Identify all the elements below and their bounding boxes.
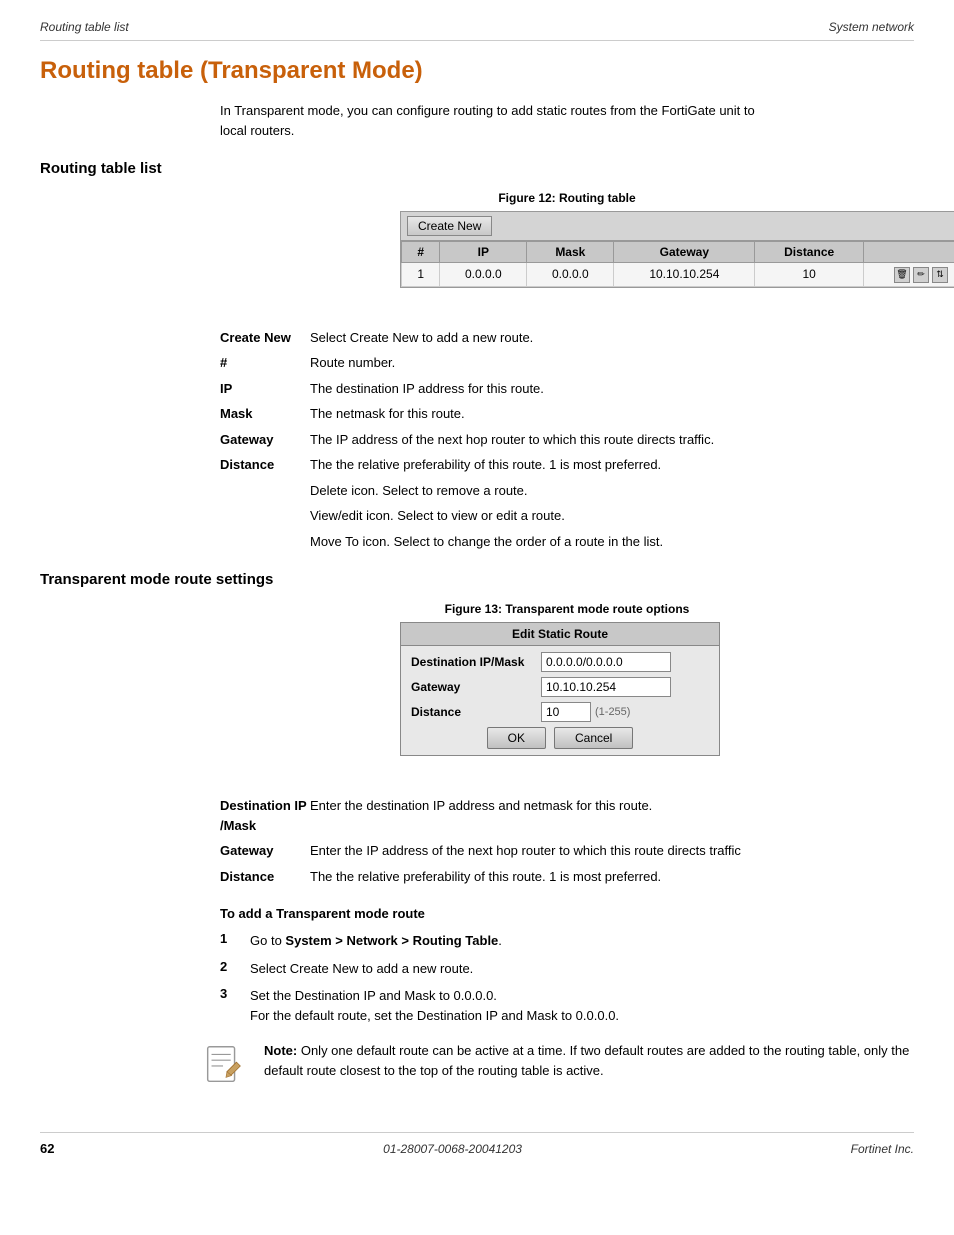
desc-def: The netmask for this route. xyxy=(310,404,914,424)
distance-label: Distance xyxy=(411,705,541,719)
ok-button[interactable]: OK xyxy=(487,727,546,749)
cell-num: 1 xyxy=(402,263,440,287)
gateway-input[interactable] xyxy=(541,677,671,697)
routing-desc-list: Create NewSelect Create New to add a new… xyxy=(220,328,914,552)
desc-term: Gateway xyxy=(220,841,310,861)
desc-row: DistanceThe the relative preferability o… xyxy=(220,867,914,887)
desc-term: # xyxy=(220,353,310,373)
desc-row: IPThe destination IP address for this ro… xyxy=(220,379,914,399)
col-mask: Mask xyxy=(527,242,614,263)
footer-page-num: 62 xyxy=(40,1141,54,1156)
list-item: 3Set the Destination IP and Mask to 0.0.… xyxy=(220,986,914,1025)
desc-row: Destination IP /MaskEnter the destinatio… xyxy=(220,796,914,835)
dest-ip-label: Destination IP/Mask xyxy=(411,655,541,669)
edit-route-title: Edit Static Route xyxy=(401,623,719,646)
step-text: Go to System > Network > Routing Table. xyxy=(250,931,914,951)
desc-term: Mask xyxy=(220,404,310,424)
desc-row: Move To icon. Select to change the order… xyxy=(220,532,914,552)
cell-distance: 10 xyxy=(755,263,864,287)
cell-mask: 0.0.0.0 xyxy=(527,263,614,287)
cell-ip: 0.0.0.0 xyxy=(440,263,527,287)
desc-def: Select Create New to add a new route. xyxy=(310,328,914,348)
desc-term: IP xyxy=(220,379,310,399)
note-content: Note: Only one default route can be acti… xyxy=(264,1041,914,1080)
list-item: 2Select Create New to add a new route. xyxy=(220,959,914,979)
desc-row: Create NewSelect Create New to add a new… xyxy=(220,328,914,348)
routing-table: # IP Mask Gateway Distance 1 0.0.0.0 0.0… xyxy=(401,241,954,287)
desc-def: Route number. xyxy=(310,353,914,373)
procedure-heading: To add a Transparent mode route xyxy=(220,906,914,921)
desc-def: Delete icon. Select to remove a route. xyxy=(310,481,914,501)
col-ip: IP xyxy=(440,242,527,263)
figure1-label: Figure 12: Routing table xyxy=(220,191,914,205)
desc-row: GatewayThe IP address of the next hop ro… xyxy=(220,430,914,450)
desc-def: The destination IP address for this rout… xyxy=(310,379,914,399)
cell-actions[interactable]: 🗑 ✏ ⇅ xyxy=(863,263,954,287)
desc-def: The the relative preferability of this r… xyxy=(310,455,914,475)
delete-icon[interactable]: 🗑 xyxy=(894,267,910,283)
desc-def: Enter the destination IP address and net… xyxy=(310,796,914,835)
cell-gateway: 10.10.10.254 xyxy=(614,263,755,287)
footer-doc-id: 01-28007-0068-20041203 xyxy=(383,1142,522,1156)
desc-row: View/edit icon. Select to view or edit a… xyxy=(220,506,914,526)
note-box: Note: Only one default route can be acti… xyxy=(200,1041,914,1092)
desc-term xyxy=(220,506,310,526)
desc-def: View/edit icon. Select to view or edit a… xyxy=(310,506,914,526)
desc-def: Move To icon. Select to change the order… xyxy=(310,532,914,552)
desc-row: GatewayEnter the IP address of the next … xyxy=(220,841,914,861)
move-icon[interactable]: ⇅ xyxy=(932,267,948,283)
col-actions xyxy=(863,242,954,263)
desc-def: The the relative preferability of this r… xyxy=(310,867,914,887)
desc-row: #Route number. xyxy=(220,353,914,373)
step-number: 2 xyxy=(220,959,250,974)
section2-heading: Transparent mode route settings xyxy=(40,571,914,588)
distance-input[interactable] xyxy=(541,702,591,722)
table-row: 1 0.0.0.0 0.0.0.0 10.10.10.254 10 🗑 ✏ ⇅ xyxy=(402,263,954,287)
routing-table-figure: Create New # IP Mask Gateway Distance xyxy=(400,211,954,288)
header-right: System network xyxy=(829,20,914,34)
desc-term: Destination IP /Mask xyxy=(220,796,310,835)
edit-route-figure: Edit Static Route Destination IP/Mask Ga… xyxy=(400,622,720,756)
desc-row: MaskThe netmask for this route. xyxy=(220,404,914,424)
note-pencil-icon xyxy=(200,1041,248,1089)
desc-term xyxy=(220,532,310,552)
figure2-label: Figure 13: Transparent mode route option… xyxy=(220,602,914,616)
step-number: 1 xyxy=(220,931,250,946)
page-title: Routing table (Transparent Mode) xyxy=(40,57,914,85)
desc-def: The IP address of the next hop router to… xyxy=(310,430,914,450)
header-left: Routing table list xyxy=(40,20,129,34)
edit-route-desc-list: Destination IP /MaskEnter the destinatio… xyxy=(220,796,914,886)
intro-text: In Transparent mode, you can configure r… xyxy=(220,101,780,140)
note-text: Only one default route can be active at … xyxy=(264,1043,909,1078)
gateway-label: Gateway xyxy=(411,680,541,694)
create-new-button[interactable]: Create New xyxy=(407,216,492,236)
dest-ip-input[interactable] xyxy=(541,652,671,672)
col-distance: Distance xyxy=(755,242,864,263)
cancel-button[interactable]: Cancel xyxy=(554,727,633,749)
col-gateway: Gateway xyxy=(614,242,755,263)
desc-term: Distance xyxy=(220,867,310,887)
desc-term: Gateway xyxy=(220,430,310,450)
edit-icon[interactable]: ✏ xyxy=(913,267,929,283)
steps-list: 1Go to System > Network > Routing Table.… xyxy=(220,931,914,1025)
footer-company: Fortinet Inc. xyxy=(851,1142,914,1156)
section1-heading: Routing table list xyxy=(40,160,914,177)
desc-row: DistanceThe the relative preferability o… xyxy=(220,455,914,475)
list-item: 1Go to System > Network > Routing Table. xyxy=(220,931,914,951)
desc-term: Distance xyxy=(220,455,310,475)
note-icon xyxy=(200,1041,250,1092)
desc-term xyxy=(220,481,310,501)
distance-hint: (1-255) xyxy=(595,706,630,718)
desc-term: Create New xyxy=(220,328,310,348)
col-num: # xyxy=(402,242,440,263)
desc-row: Delete icon. Select to remove a route. xyxy=(220,481,914,501)
desc-def: Enter the IP address of the next hop rou… xyxy=(310,841,914,861)
step-text: Select Create New to add a new route. xyxy=(250,959,914,979)
step-text: Set the Destination IP and Mask to 0.0.0… xyxy=(250,986,914,1025)
step-number: 3 xyxy=(220,986,250,1001)
